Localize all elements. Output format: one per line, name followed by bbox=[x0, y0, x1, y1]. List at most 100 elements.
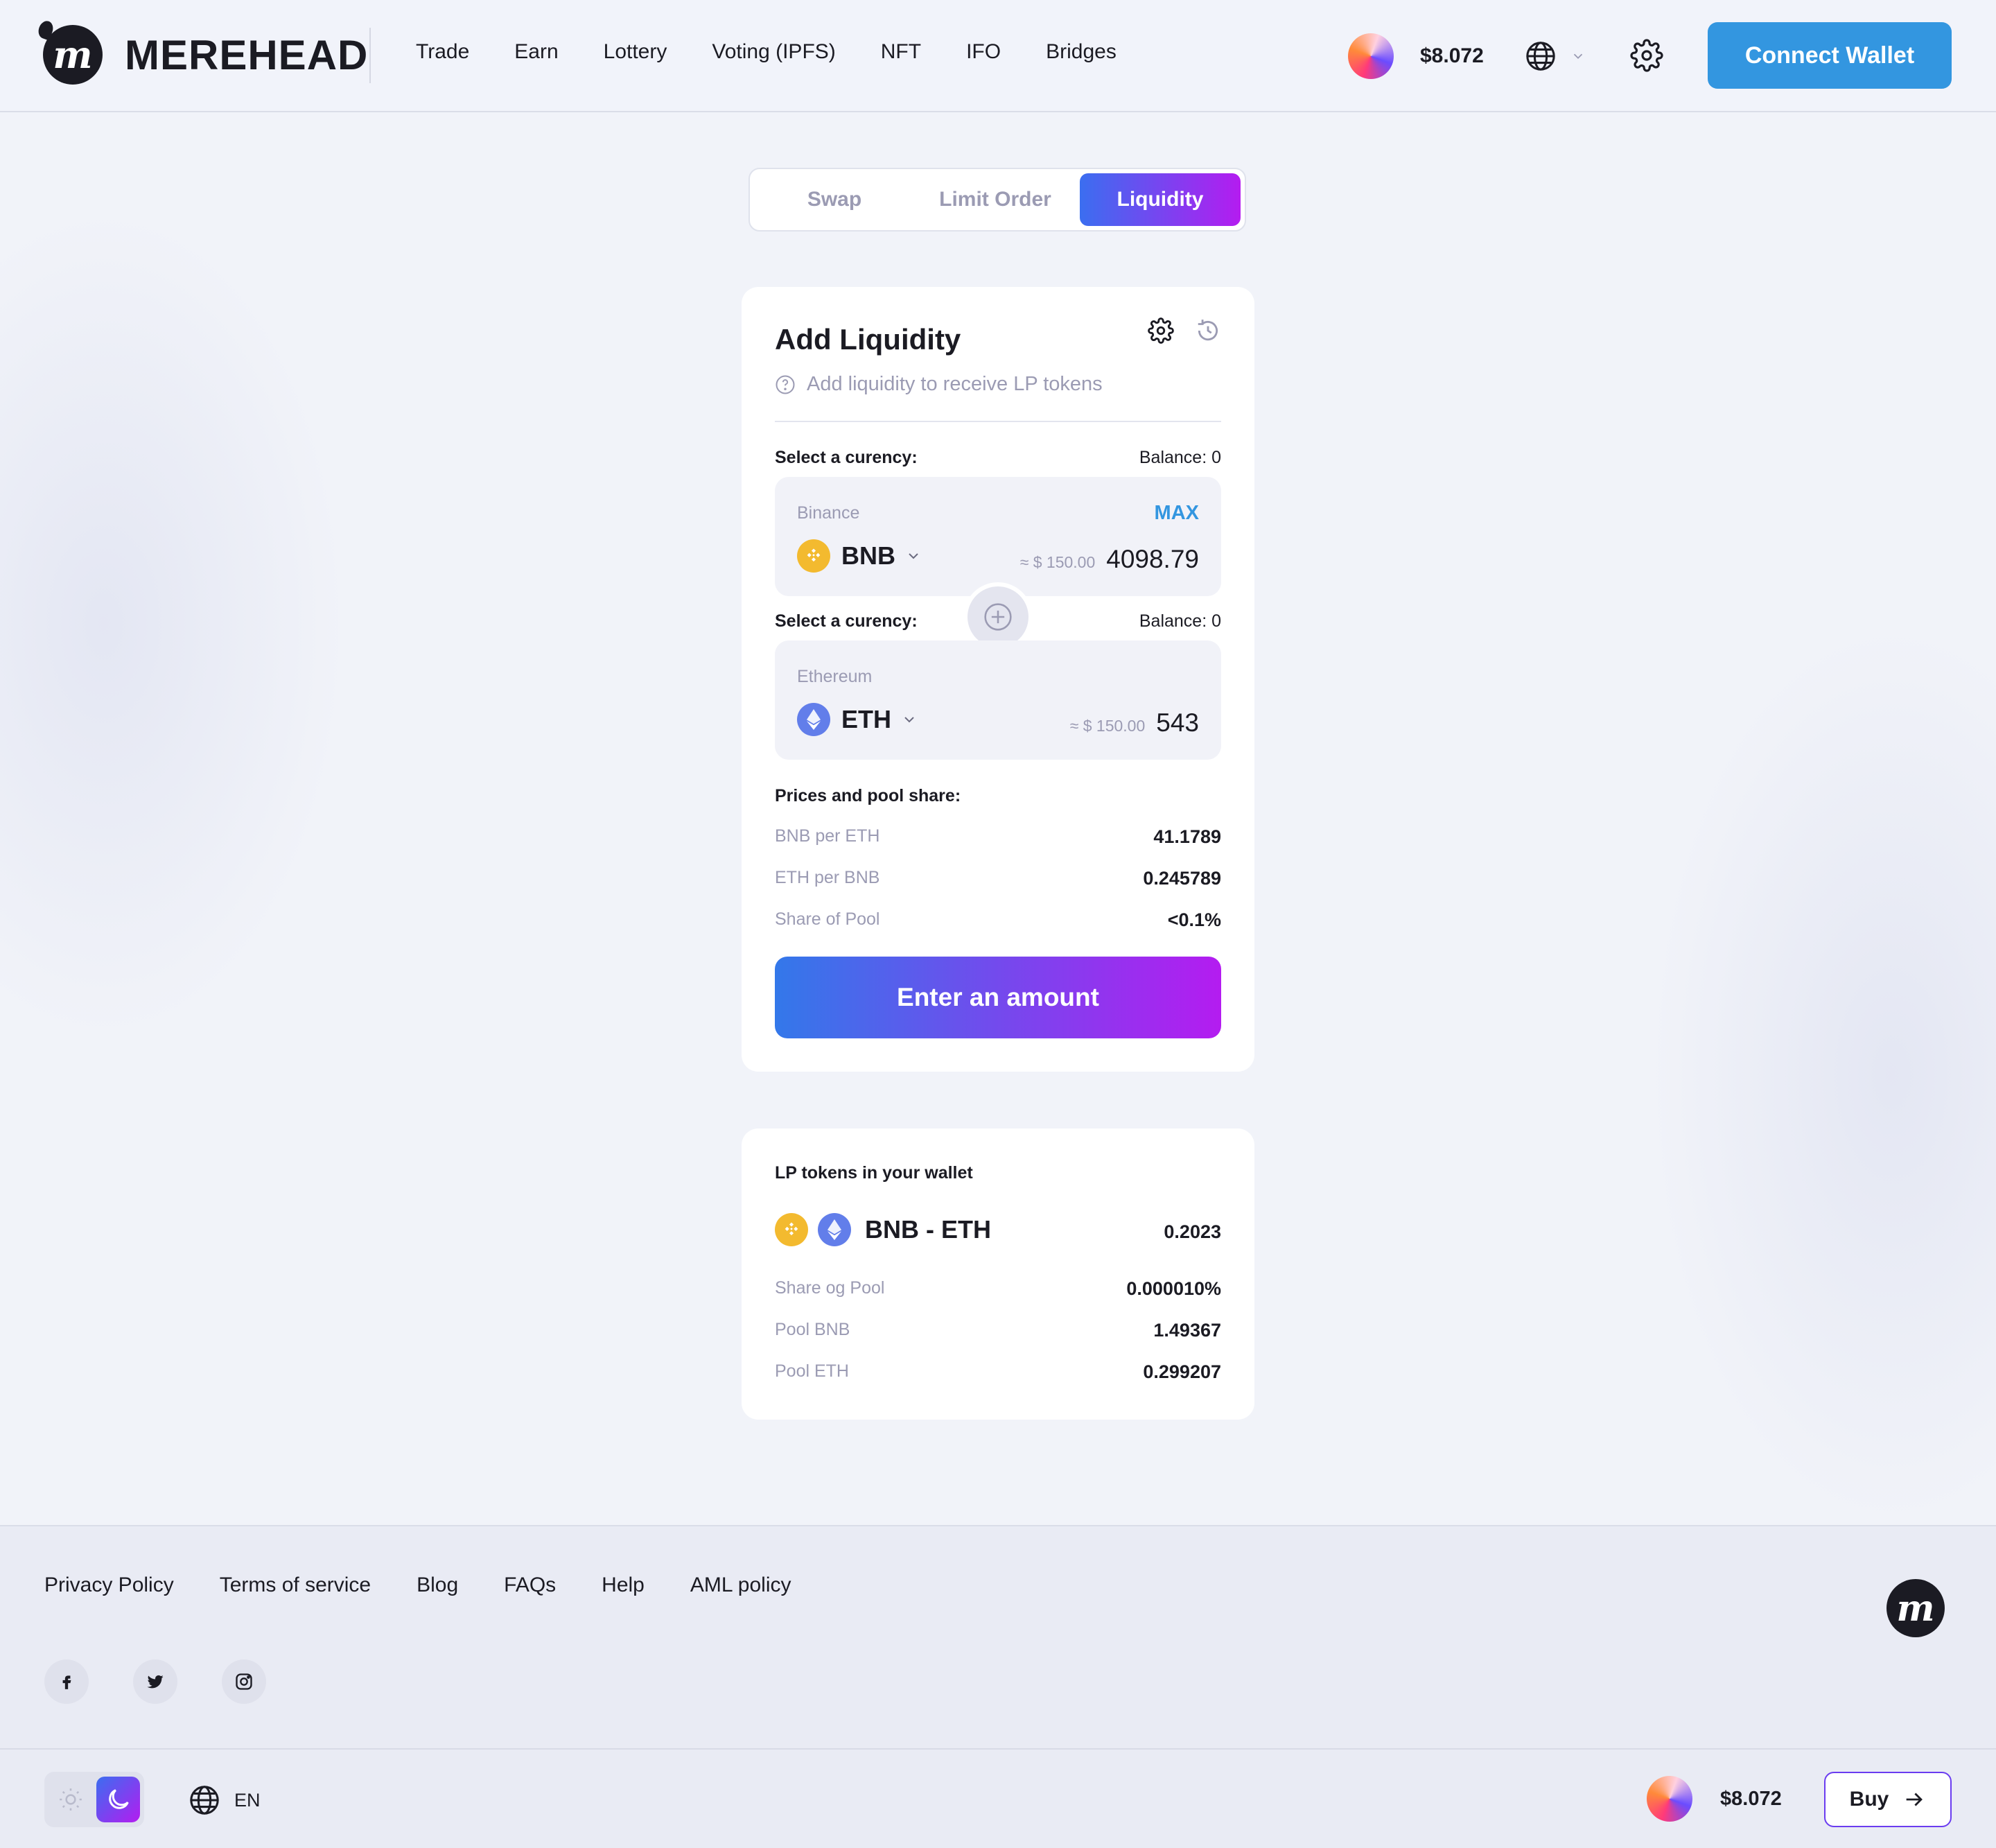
footer-logo-icon: m bbox=[1886, 1579, 1945, 1637]
bnb-icon bbox=[775, 1213, 808, 1246]
token-logo-icon bbox=[1647, 1776, 1692, 1822]
top-header: m MEREHEAD Trade Earn Lottery Voting (IP… bbox=[0, 0, 1996, 112]
eth-icon bbox=[797, 703, 830, 736]
max-button[interactable]: MAX bbox=[1155, 502, 1199, 525]
lp-row: Share og Pool 0.000010% bbox=[775, 1278, 1221, 1300]
nav-bridges[interactable]: Bridges bbox=[1046, 40, 1117, 64]
currency2-label: Select a curency: bbox=[775, 611, 918, 631]
nav-trade[interactable]: Trade bbox=[416, 40, 469, 64]
sun-icon[interactable] bbox=[49, 1777, 92, 1822]
lp-pair[interactable]: BNB - ETH bbox=[775, 1213, 991, 1246]
logo-icon: m bbox=[43, 25, 103, 85]
footer-link-aml[interactable]: AML policy bbox=[690, 1574, 791, 1597]
lp-row-label: Share og Pool bbox=[775, 1278, 885, 1298]
tab-liquidity[interactable]: Liquidity bbox=[1080, 173, 1241, 226]
instagram-icon[interactable] bbox=[222, 1659, 266, 1704]
price-value: 41.1789 bbox=[1153, 826, 1221, 847]
gear-icon bbox=[1630, 39, 1663, 72]
bnb-icon bbox=[797, 539, 830, 573]
currency2-selector[interactable]: ETH bbox=[797, 703, 918, 736]
eth-icon bbox=[818, 1213, 851, 1246]
facebook-icon[interactable] bbox=[44, 1659, 89, 1704]
enter-amount-button[interactable]: Enter an amount bbox=[775, 957, 1221, 1038]
nav-earn[interactable]: Earn bbox=[514, 40, 558, 64]
lp-row-label: Pool BNB bbox=[775, 1320, 850, 1339]
add-liquidity-card: Add Liquidity Add liquidity to receive L… bbox=[742, 287, 1254, 1072]
currency1-network: Binance bbox=[797, 503, 860, 523]
footer-link-blog[interactable]: Blog bbox=[417, 1574, 458, 1597]
footer-link-terms[interactable]: Terms of service bbox=[220, 1574, 371, 1597]
currency2-amount-group: ≈ $ 150.00 543 bbox=[1070, 708, 1199, 738]
language-selector[interactable] bbox=[1525, 40, 1586, 72]
currency2-symbol: ETH bbox=[841, 705, 891, 733]
lp-row: Pool BNB 1.49367 bbox=[775, 1320, 1221, 1341]
help-circle-icon[interactable] bbox=[775, 374, 796, 395]
lp-tokens-card: LP tokens in your wallet BNB - ETH 0.202… bbox=[742, 1128, 1254, 1420]
brand-name: MEREHEAD bbox=[125, 31, 369, 78]
subtitle-text: Add liquidity to receive LP tokens bbox=[807, 373, 1103, 395]
lp-row: Pool ETH 0.299207 bbox=[775, 1361, 1221, 1383]
moon-icon[interactable] bbox=[96, 1777, 140, 1822]
price-row: BNB per ETH 41.1789 bbox=[775, 826, 1221, 848]
nav-ifo[interactable]: IFO bbox=[966, 40, 1001, 64]
lp-row-label: Pool ETH bbox=[775, 1361, 849, 1381]
lp-pair-name: BNB - ETH bbox=[865, 1215, 991, 1244]
price-value: 0.245789 bbox=[1143, 868, 1221, 889]
card-divider bbox=[775, 421, 1221, 422]
currency1-balance: Balance: 0 bbox=[1139, 448, 1221, 467]
token-price-value: $8.072 bbox=[1420, 44, 1484, 67]
buy-label: Buy bbox=[1849, 1788, 1889, 1811]
token-logo-icon bbox=[1348, 33, 1394, 79]
currency2-amount-input[interactable]: 543 bbox=[1156, 708, 1199, 738]
currency1-amount-group: ≈ $ 150.00 4098.79 bbox=[1020, 545, 1199, 574]
currency1-selector[interactable]: BNB bbox=[797, 539, 922, 573]
chevron-down-icon bbox=[909, 553, 918, 559]
prices-title: Prices and pool share: bbox=[775, 786, 961, 805]
token-price: $8.072 bbox=[1348, 33, 1484, 79]
currency2-usd: ≈ $ 150.00 bbox=[1069, 717, 1146, 735]
gear-icon[interactable] bbox=[1148, 317, 1174, 344]
tab-swap[interactable]: Swap bbox=[754, 173, 915, 226]
nav-voting[interactable]: Voting (IPFS) bbox=[712, 40, 835, 64]
lp-row-value: 0.000010% bbox=[1126, 1278, 1221, 1299]
lp-title: LP tokens in your wallet bbox=[775, 1163, 973, 1183]
connect-wallet-button[interactable]: Connect Wallet bbox=[1708, 22, 1952, 89]
arrow-right-icon bbox=[1907, 1793, 1923, 1806]
price-label: BNB per ETH bbox=[775, 826, 880, 846]
language-code: EN bbox=[234, 1789, 261, 1811]
footer-link-help[interactable]: Help bbox=[602, 1574, 645, 1597]
brand-logo[interactable]: m MEREHEAD bbox=[43, 24, 368, 86]
footer-link-privacy[interactable]: Privacy Policy bbox=[44, 1574, 174, 1597]
history-icon[interactable] bbox=[1195, 317, 1221, 344]
price-row: ETH per BNB 0.245789 bbox=[775, 868, 1221, 889]
settings-button[interactable] bbox=[1630, 39, 1663, 76]
lp-row-value: 1.49367 bbox=[1153, 1320, 1221, 1341]
card-actions bbox=[1148, 317, 1221, 344]
twitter-icon[interactable] bbox=[133, 1659, 177, 1704]
card-title: Add Liquidity bbox=[775, 323, 961, 356]
footer-divider bbox=[0, 1748, 1996, 1750]
globe-icon bbox=[190, 1786, 219, 1815]
tab-limit-order[interactable]: Limit Order bbox=[915, 173, 1076, 226]
theme-toggle[interactable] bbox=[44, 1772, 144, 1827]
currency2-network: Ethereum bbox=[797, 667, 873, 686]
footer-links: Privacy Policy Terms of service Blog FAQ… bbox=[44, 1574, 837, 1597]
nav-lottery[interactable]: Lottery bbox=[604, 40, 667, 64]
logo-divider bbox=[369, 28, 371, 83]
footer-price-value: $8.072 bbox=[1720, 1787, 1782, 1810]
currency1-amount-input[interactable]: 4098.79 bbox=[1106, 545, 1199, 574]
main-nav: Trade Earn Lottery Voting (IPFS) NFT IFO… bbox=[416, 40, 1162, 64]
footer-link-faqs[interactable]: FAQs bbox=[504, 1574, 556, 1597]
globe-icon bbox=[1526, 42, 1555, 71]
currency1-usd: ≈ $ 150.00 bbox=[1019, 553, 1096, 571]
price-value: <0.1% bbox=[1167, 909, 1221, 930]
currency2-input-box: Ethereum ETH ≈ $ 150.00 543 bbox=[775, 640, 1221, 760]
social-links bbox=[44, 1659, 266, 1704]
page-footer: Privacy Policy Terms of service Blog FAQ… bbox=[0, 1525, 1996, 1848]
price-label: Share of Pool bbox=[775, 909, 880, 929]
trade-tabs: Swap Limit Order Liquidity bbox=[748, 168, 1246, 232]
nav-nft[interactable]: NFT bbox=[881, 40, 921, 64]
price-label: ETH per BNB bbox=[775, 868, 880, 887]
buy-button[interactable]: Buy bbox=[1824, 1772, 1952, 1827]
footer-language[interactable]: EN bbox=[189, 1784, 261, 1816]
